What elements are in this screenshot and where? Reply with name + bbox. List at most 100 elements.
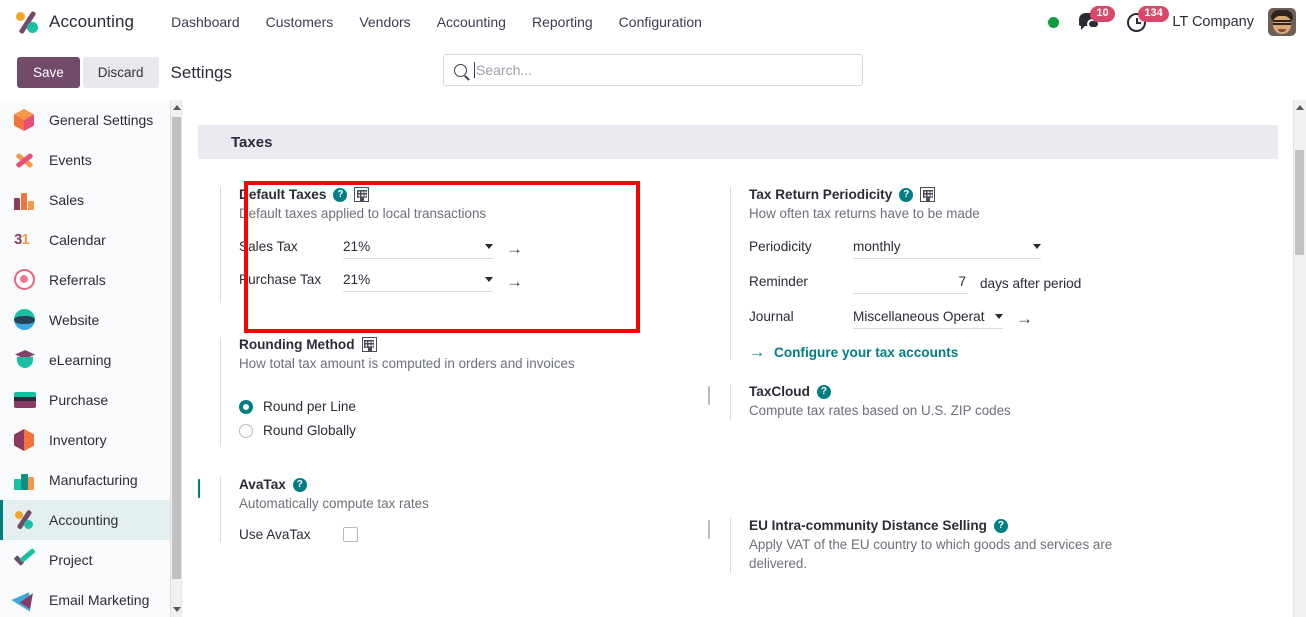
- referrals-icon: [14, 269, 36, 291]
- company-switcher[interactable]: LT Company: [1172, 14, 1254, 30]
- rounding-options: Round per Line Round Globally: [239, 399, 708, 438]
- messages-button[interactable]: 10: [1079, 6, 1115, 31]
- company-scope-icon: [361, 337, 377, 352]
- menu-item-dashboard[interactable]: Dashboard: [158, 8, 253, 36]
- search-icon: [454, 63, 467, 77]
- setting-default-taxes: Default Taxes ? Default taxes applied to…: [198, 187, 708, 303]
- help-icon[interactable]: ?: [993, 518, 1008, 533]
- menu-item-accounting[interactable]: Accounting: [424, 8, 519, 36]
- sidebar-item-label: Manufacturing: [49, 472, 138, 488]
- sales-tax-select[interactable]: 21%: [343, 238, 493, 259]
- setting-description: How total tax amount is computed in orde…: [239, 356, 575, 371]
- avatax-checkbox[interactable]: [198, 479, 200, 498]
- taxcloud-checkbox[interactable]: [708, 386, 710, 405]
- avatar[interactable]: [1268, 8, 1296, 36]
- text-caret: [474, 62, 475, 78]
- setting-body: EU Intra-community Distance Selling ? Ap…: [730, 518, 1218, 573]
- email-marketing-icon: [11, 586, 39, 612]
- use-avatax-row: Use AvaTax: [239, 527, 708, 542]
- sidebar-item-manufacturing[interactable]: Manufacturing: [0, 460, 181, 500]
- sidebar-item-calendar[interactable]: 31 Calendar: [0, 220, 181, 260]
- sidebar-item-inventory[interactable]: Inventory: [0, 420, 181, 460]
- default-taxes-fields: Sales Tax 21% → Purchase Tax 21% →: [239, 235, 708, 292]
- setting-rounding-method: Rounding Method How total tax amount is …: [198, 337, 708, 447]
- help-icon[interactable]: ?: [333, 187, 348, 202]
- sidebar-item-label: Accounting: [49, 512, 119, 528]
- sidebar-item-website[interactable]: Website: [0, 300, 181, 340]
- sidebar-scrollbar-thumb[interactable]: [172, 117, 181, 579]
- radio-round-per-line[interactable]: Round per Line: [239, 399, 708, 414]
- sales-tax-row: Sales Tax 21% →: [239, 235, 708, 259]
- setting-tax-return-periodicity: Tax Return Periodicity ? How often tax r…: [708, 187, 1218, 360]
- menu-item-configuration[interactable]: Configuration: [606, 8, 715, 36]
- scroll-up-arrow-icon[interactable]: [1295, 105, 1304, 110]
- section-title: Taxes: [231, 133, 273, 151]
- sidebar-item-purchase[interactable]: Purchase: [0, 380, 181, 420]
- app-brand[interactable]: Accounting: [14, 9, 134, 35]
- purchase-tax-select[interactable]: 21%: [343, 271, 493, 292]
- radio-round-globally[interactable]: Round Globally: [239, 423, 708, 438]
- sidebar-item-email-marketing[interactable]: Email Marketing: [0, 580, 181, 617]
- scroll-down-arrow-icon[interactable]: [172, 607, 181, 612]
- sidebar-item-label: Calendar: [49, 232, 106, 248]
- settings-sidebar: General Settings Events Sales 31 Calenda…: [0, 100, 182, 617]
- use-avatax-checkbox[interactable]: [343, 527, 358, 542]
- section-header-taxes: Taxes: [198, 125, 1278, 159]
- journal-select[interactable]: Miscellaneous Operat: [853, 308, 1003, 329]
- activities-button[interactable]: 134: [1127, 5, 1169, 32]
- menu-item-customers[interactable]: Customers: [253, 8, 347, 36]
- sidebar-item-elearning[interactable]: eLearning: [0, 340, 181, 380]
- save-button[interactable]: Save: [17, 57, 80, 88]
- setting-taxcloud: TaxCloud ? Compute tax rates based on U.…: [708, 384, 1218, 420]
- settings-content: Taxes Default Taxes ? Default taxes appl…: [182, 100, 1306, 617]
- reminder-days-input[interactable]: [853, 273, 968, 294]
- sidebar-item-label: Website: [49, 312, 100, 328]
- sidebar-item-sales[interactable]: Sales: [0, 180, 181, 220]
- sidebar-item-accounting[interactable]: Accounting: [0, 500, 181, 540]
- sidebar-item-label: Referrals: [49, 272, 106, 288]
- sidebar-item-events[interactable]: Events: [0, 140, 181, 180]
- radio-indicator-selected: [239, 399, 253, 414]
- help-icon[interactable]: ?: [899, 187, 914, 202]
- sales-tax-label: Sales Tax: [239, 239, 298, 254]
- sidebar-item-project[interactable]: Project: [0, 540, 181, 580]
- chevron-down-icon: [1033, 244, 1041, 249]
- content-scrollbar-thumb[interactable]: [1295, 150, 1304, 255]
- page-title: Settings: [170, 62, 232, 82]
- sidebar-item-label: Sales: [49, 192, 85, 208]
- brand-name: Accounting: [49, 12, 135, 31]
- accounting-icon: [14, 509, 36, 531]
- setting-description: How often tax returns have to be made: [749, 206, 980, 221]
- help-icon[interactable]: ?: [816, 384, 831, 399]
- discard-button[interactable]: Discard: [82, 57, 159, 88]
- menu-item-vendors[interactable]: Vendors: [346, 8, 423, 36]
- no-checkbox-slot: [198, 337, 220, 447]
- setting-description: Apply VAT of the EU country to which goo…: [749, 537, 1113, 571]
- menu-item-reporting[interactable]: Reporting: [519, 8, 606, 36]
- eu-distance-selling-checkbox[interactable]: [708, 520, 710, 539]
- purchase-tax-row: Purchase Tax 21% →: [239, 270, 708, 292]
- setting-description: Default taxes applied to local transacti…: [239, 206, 487, 221]
- search-input[interactable]: Search...: [443, 54, 863, 86]
- help-icon[interactable]: ?: [292, 477, 307, 492]
- configure-tax-accounts-link[interactable]: → Configure your tax accounts: [749, 344, 1218, 360]
- sidebar-item-referrals[interactable]: Referrals: [0, 260, 181, 300]
- sales-tax-internal-link[interactable]: →: [506, 240, 523, 257]
- journal-row: Journal Miscellaneous Operat →: [749, 305, 1218, 329]
- scroll-up-arrow-icon[interactable]: [172, 105, 181, 110]
- main-menu: Dashboard Customers Vendors Accounting R…: [158, 8, 715, 36]
- periodicity-select[interactable]: monthly: [853, 238, 1041, 259]
- reminder-suffix: days after period: [980, 276, 1082, 291]
- checkbox-slot: [198, 477, 220, 542]
- inventory-icon: [14, 429, 36, 451]
- content-scrollbar[interactable]: [1293, 100, 1306, 617]
- purchase-tax-internal-link[interactable]: →: [506, 273, 523, 290]
- sidebar-scrollbar[interactable]: [170, 100, 181, 617]
- setting-description: Compute tax rates based on U.S. ZIP code…: [749, 403, 1011, 418]
- elearning-icon: [14, 349, 36, 371]
- periodicity-value: monthly: [853, 239, 901, 254]
- odoo-accounting-settings-page: Accounting Dashboard Customers Vendors A…: [0, 0, 1306, 617]
- manufacturing-icon: [14, 469, 36, 491]
- journal-internal-link[interactable]: →: [1016, 310, 1033, 327]
- sidebar-item-general-settings[interactable]: General Settings: [0, 100, 181, 140]
